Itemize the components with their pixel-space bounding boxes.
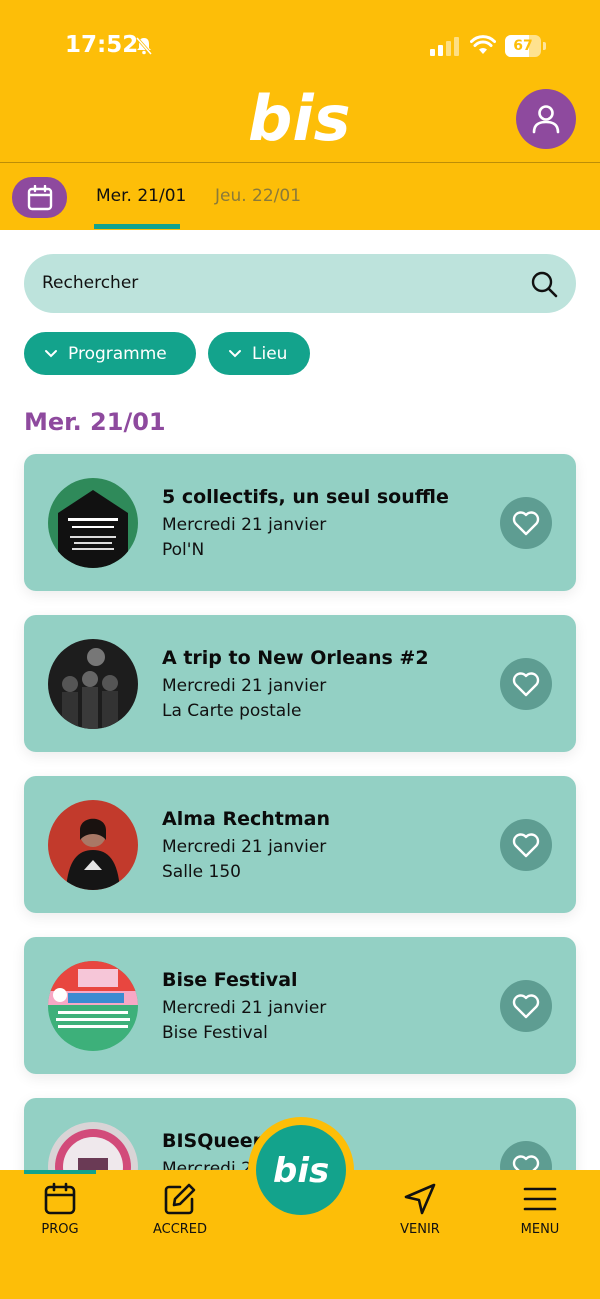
tab-mer-21-01[interactable]: Mer. 21/01 [94,186,187,230]
profile-button[interactable] [516,89,576,149]
svg-text:bis: bis [273,1151,329,1190]
nav-label: PROG [41,1222,79,1237]
wifi-icon [470,35,496,54]
nav-label: MENU [520,1222,560,1237]
event-card[interactable]: 5 collectifs, un seul souffle Mercredi 2… [24,454,576,591]
section-date-title: Mer. 21/01 [24,408,166,436]
nav-accred[interactable]: ACCRED [135,1182,225,1252]
lieu-filter[interactable]: Lieu [208,332,310,375]
cell-signal-icon [430,37,459,56]
active-nav-indicator [24,1170,96,1174]
header-divider [0,162,600,163]
edit-icon [164,1183,196,1215]
nav-prog[interactable]: PROG [15,1182,105,1252]
chevron-down-icon [45,349,57,357]
svg-text:bis: bis [248,88,351,150]
search-input[interactable]: Rechercher [24,254,576,313]
heart-icon [512,833,540,858]
calendar-button[interactable] [12,177,67,218]
tab-label: Mer. 21/01 [96,186,187,206]
favorite-button[interactable] [500,497,552,549]
battery-indicator: 67 [505,35,547,57]
nav-label: VENIR [400,1222,440,1237]
event-card[interactable]: Bise Festival Mercredi 21 janvier Bise F… [24,937,576,1074]
heart-icon [512,672,540,697]
tab-label: Jeu. 22/01 [215,186,302,206]
event-venue: La Carte postale [162,701,302,721]
calendar-icon [44,1182,76,1215]
heart-icon [512,994,540,1019]
event-title: 5 collectifs, un seul souffle [162,486,449,508]
heart-icon [512,511,540,536]
battery-level: 67 [513,38,533,54]
event-date: Mercredi 21 janvier [162,998,327,1018]
home-logo-button[interactable]: bis [256,1125,346,1215]
event-thumbnail [48,639,138,729]
favorite-button[interactable] [500,658,552,710]
bis-logo: bis [248,88,351,150]
tab-jeu-22-01[interactable]: Jeu. 22/01 [215,186,301,230]
filter-label: Programme [68,343,167,364]
event-title: Bise Festival [162,969,298,991]
menu-icon [523,1187,557,1211]
event-thumbnail [48,800,138,890]
user-icon [532,105,560,134]
event-venue: Bise Festival [162,1023,268,1043]
event-date: Mercredi 21 janvier [162,837,327,857]
favorite-button[interactable] [500,980,552,1032]
event-title: Alma Rechtman [162,808,330,830]
nav-venir[interactable]: VENIR [375,1182,465,1252]
filter-label: Lieu [252,343,288,364]
event-date: Mercredi 21 janvier [162,515,327,535]
event-venue: Pol'N [162,540,205,560]
search-icon[interactable] [530,270,558,298]
status-bar: 17:52 67 [0,0,600,90]
active-tab-indicator [94,224,180,229]
favorite-button[interactable] [500,819,552,871]
nav-menu[interactable]: MENU [495,1182,585,1252]
event-card[interactable]: A trip to New Orleans #2 Mercredi 21 jan… [24,615,576,752]
nav-label: ACCRED [152,1222,208,1237]
bell-muted-icon [135,37,153,55]
navigation-icon [404,1183,436,1215]
event-date: Mercredi 21 janvier [162,676,327,696]
app-header: 17:52 67 bis Mer. 21/01 Jeu. 22/01 [0,0,600,230]
event-card[interactable]: Alma Rechtman Mercredi 21 janvier Salle … [24,776,576,913]
event-venue: Salle 150 [162,862,241,882]
event-thumbnail [48,961,138,1051]
bis-logo: bis [273,1151,329,1190]
status-time: 17:52 [65,32,139,58]
chevron-down-icon [229,349,241,357]
calendar-icon [27,184,52,210]
event-thumbnail [48,478,138,568]
programme-filter[interactable]: Programme [24,332,196,375]
event-title: A trip to New Orleans #2 [162,647,429,669]
search-placeholder: Rechercher [42,273,139,293]
